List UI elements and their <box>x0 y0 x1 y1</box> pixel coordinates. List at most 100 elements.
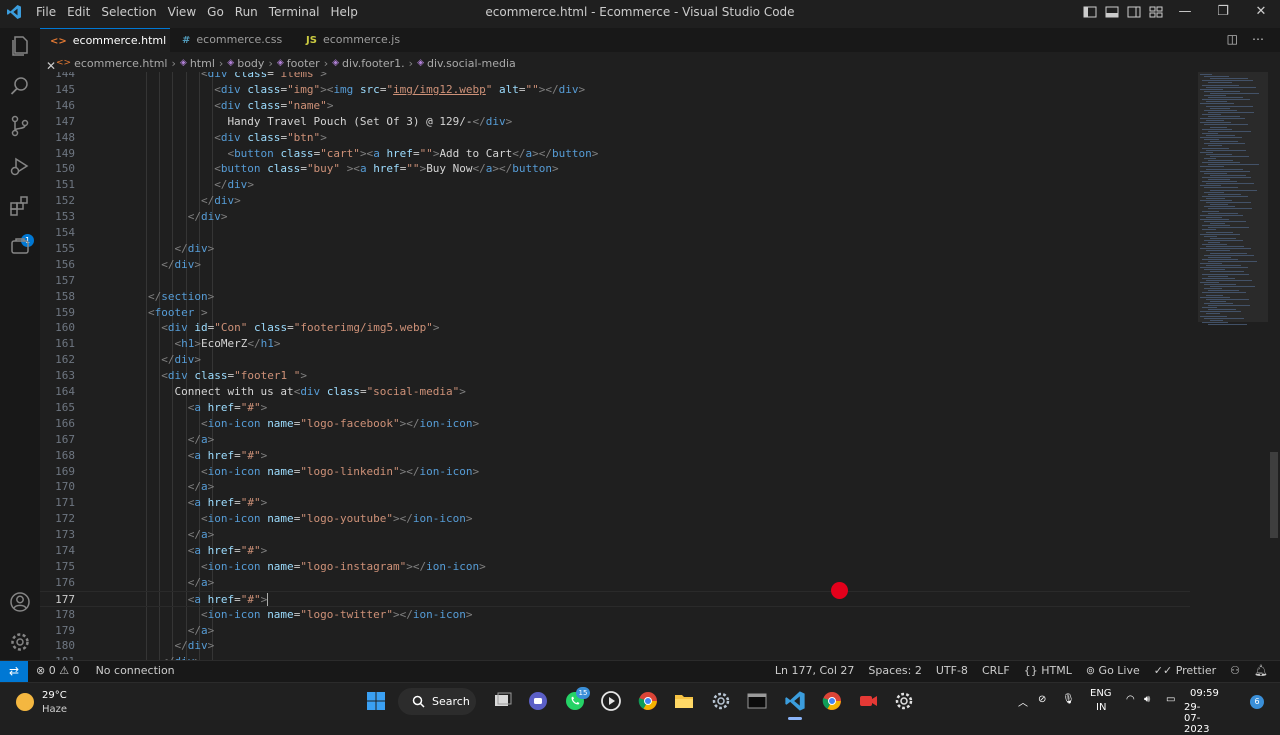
remote-explorer-icon[interactable] <box>8 234 32 258</box>
code-editor[interactable]: 144 <div class="items"> 145 <div class="img… <box>40 72 1190 660</box>
language-mode[interactable]: {} HTML <box>1024 661 1072 681</box>
code-line[interactable]: 171 <a href="#"> <box>40 495 1190 511</box>
indentation[interactable]: Spaces: 2 <box>868 661 921 681</box>
chrome-icon[interactable] <box>637 690 659 712</box>
extensions-icon[interactable] <box>8 194 32 218</box>
toggle-primary-sidebar-icon[interactable] <box>1082 4 1098 20</box>
code-line[interactable]: 173 </a> <box>40 527 1190 543</box>
code-line[interactable]: 163 <div class="footer1 "> <box>40 368 1190 384</box>
code-line[interactable]: 179 </a> <box>40 623 1190 639</box>
notifications-bell-icon[interactable]: 🔔︎ <box>1254 661 1268 681</box>
more-actions-icon[interactable]: ⋯ <box>1252 32 1264 46</box>
account-icon[interactable] <box>8 590 32 614</box>
split-editor-icon[interactable]: ◫ <box>1227 32 1238 46</box>
code-line[interactable]: 180 </div> <box>40 638 1190 654</box>
code-line[interactable]: 158 </section> <box>40 289 1190 305</box>
vertical-scrollbar[interactable] <box>1268 72 1280 660</box>
code-line[interactable]: 157 <box>40 273 1190 289</box>
settings-gear-icon[interactable] <box>8 630 32 654</box>
settings-gear-icon[interactable] <box>710 690 732 712</box>
code-line[interactable]: 166 <ion-icon name="logo-facebook"></ion-… <box>40 416 1190 432</box>
file-encoding[interactable]: UTF-8 <box>936 661 968 681</box>
code-line[interactable]: 178 <ion-icon name="logo-twitter"></ion-i… <box>40 607 1190 623</box>
breadcrumb-html[interactable]: html <box>190 57 215 70</box>
code-line[interactable]: 151 </div> <box>40 177 1190 193</box>
microphone-icon[interactable]: 🎙︎ <box>1062 694 1075 705</box>
end-of-line[interactable]: CRLF <box>982 661 1010 681</box>
media-player-icon[interactable] <box>600 690 622 712</box>
code-line[interactable]: 152 </div> <box>40 193 1190 209</box>
menu-file[interactable]: File <box>36 0 64 24</box>
problems-status[interactable]: ⊗ 0 ⚠ 0 <box>36 661 80 681</box>
feedback-icon[interactable]: ⚇ <box>1230 661 1240 681</box>
code-line[interactable]: 156 </div> <box>40 257 1190 273</box>
code-line[interactable]: 153 </div> <box>40 209 1190 225</box>
terminal-icon[interactable] <box>746 690 768 712</box>
code-line[interactable]: 172 <ion-icon name="logo-youtube"></ion-i… <box>40 511 1190 527</box>
menu-terminal[interactable]: Terminal <box>269 0 328 24</box>
connection-status[interactable]: No connection <box>96 661 175 681</box>
file-explorer-icon[interactable] <box>673 690 695 712</box>
weather-widget[interactable]: 29°C Haze <box>14 687 94 717</box>
breadcrumb-body[interactable]: body <box>237 57 264 70</box>
clock-date[interactable]: 29-07-2023 <box>1184 702 1209 735</box>
code-line[interactable]: 146 <div class="name"> <box>40 98 1190 114</box>
go-live-button[interactable]: ⊚ Go Live <box>1086 661 1140 681</box>
toggle-secondary-sidebar-icon[interactable] <box>1126 4 1142 20</box>
menu-run[interactable]: Run <box>235 0 266 24</box>
task-view-icon[interactable] <box>492 690 514 712</box>
battery-icon[interactable]: ▭ <box>1166 694 1175 705</box>
code-line[interactable]: 164 Connect with us at<div class="social-… <box>40 384 1190 400</box>
scrollbar-thumb[interactable] <box>1270 452 1278 538</box>
menu-help[interactable]: Help <box>331 0 366 24</box>
language-region[interactable]: IN <box>1096 702 1106 713</box>
minimize-icon[interactable]: — <box>1166 0 1204 24</box>
tab-ecommerce-html[interactable]: <> ecommerce.html✕ <box>40 28 170 73</box>
code-line[interactable]: 145 <div class="img"><img src="img/img12.… <box>40 82 1190 98</box>
code-line[interactable]: 175 <ion-icon name="logo-instagram"></ion… <box>40 559 1190 575</box>
language-code[interactable]: ENG <box>1090 688 1112 699</box>
code-line[interactable]: 162 </div> <box>40 352 1190 368</box>
show-hidden-icons-icon[interactable]: ︿ <box>1018 694 1028 709</box>
code-line[interactable]: 147 Handy Travel Pouch (Set Of 3) @ 129/-… <box>40 114 1190 130</box>
tab-ecommerce-js[interactable]: JS ecommerce.js <box>296 28 416 52</box>
code-line[interactable]: 159 <footer > <box>40 305 1190 321</box>
menu-go[interactable]: Go <box>207 0 232 24</box>
taskbar-search[interactable]: Search <box>398 688 476 715</box>
menu-view[interactable]: View <box>168 0 204 24</box>
code-line[interactable]: 170 </a> <box>40 479 1190 495</box>
tab-ecommerce-css[interactable]: # ecommerce.css <box>172 28 294 52</box>
code-line[interactable]: 155 </div> <box>40 241 1190 257</box>
code-line[interactable]: 149 <button class="cart"><a href="">Add t… <box>40 146 1190 162</box>
code-line[interactable]: 150 <button class="buy" ><a href="">Buy N… <box>40 161 1190 177</box>
breadcrumb-social-media[interactable]: div.social-media <box>427 57 516 70</box>
prettier-status[interactable]: ✓✓ Prettier <box>1154 661 1216 681</box>
code-line[interactable]: 148 <div class="btn"> <box>40 130 1190 146</box>
clock-time[interactable]: 09:59 <box>1190 688 1219 699</box>
minimap[interactable] <box>1190 72 1268 660</box>
code-line-current[interactable]: 177 <a href="#"> <box>40 590 1190 607</box>
breadcrumb-footer[interactable]: footer <box>287 57 320 70</box>
vscode-taskbar-icon[interactable] <box>784 690 806 712</box>
explorer-icon[interactable] <box>8 34 32 58</box>
code-line[interactable]: 161 <h1>EcoMerZ</h1> <box>40 336 1190 352</box>
code-line[interactable]: 160 <div id="Con" class="footerimg/img5.w… <box>40 320 1190 336</box>
search-icon[interactable] <box>8 74 32 98</box>
code-line[interactable]: 167 </a> <box>40 432 1190 448</box>
cursor-position[interactable]: Ln 177, Col 27 <box>775 661 855 681</box>
code-line[interactable]: 174 <a href="#"> <box>40 543 1190 559</box>
code-line[interactable]: 154 <box>40 225 1190 241</box>
menu-edit[interactable]: Edit <box>67 0 98 24</box>
notification-count-badge[interactable]: 6 <box>1250 695 1264 709</box>
chrome-profile-icon[interactable] <box>821 690 843 712</box>
menu-selection[interactable]: Selection <box>101 0 164 24</box>
system-settings-icon[interactable] <box>893 690 915 712</box>
screen-recorder-icon[interactable] <box>857 690 879 712</box>
breadcrumb-file[interactable]: ecommerce.html <box>74 57 167 70</box>
windows-start-icon[interactable] <box>365 690 387 712</box>
code-line[interactable]: 176 </a> <box>40 575 1190 591</box>
teams-chat-icon[interactable] <box>527 690 549 712</box>
toggle-panel-icon[interactable] <box>1104 4 1120 20</box>
code-line[interactable]: 169 <ion-icon name="logo-linkedin"></ion-… <box>40 464 1190 480</box>
run-debug-icon[interactable] <box>8 154 32 178</box>
